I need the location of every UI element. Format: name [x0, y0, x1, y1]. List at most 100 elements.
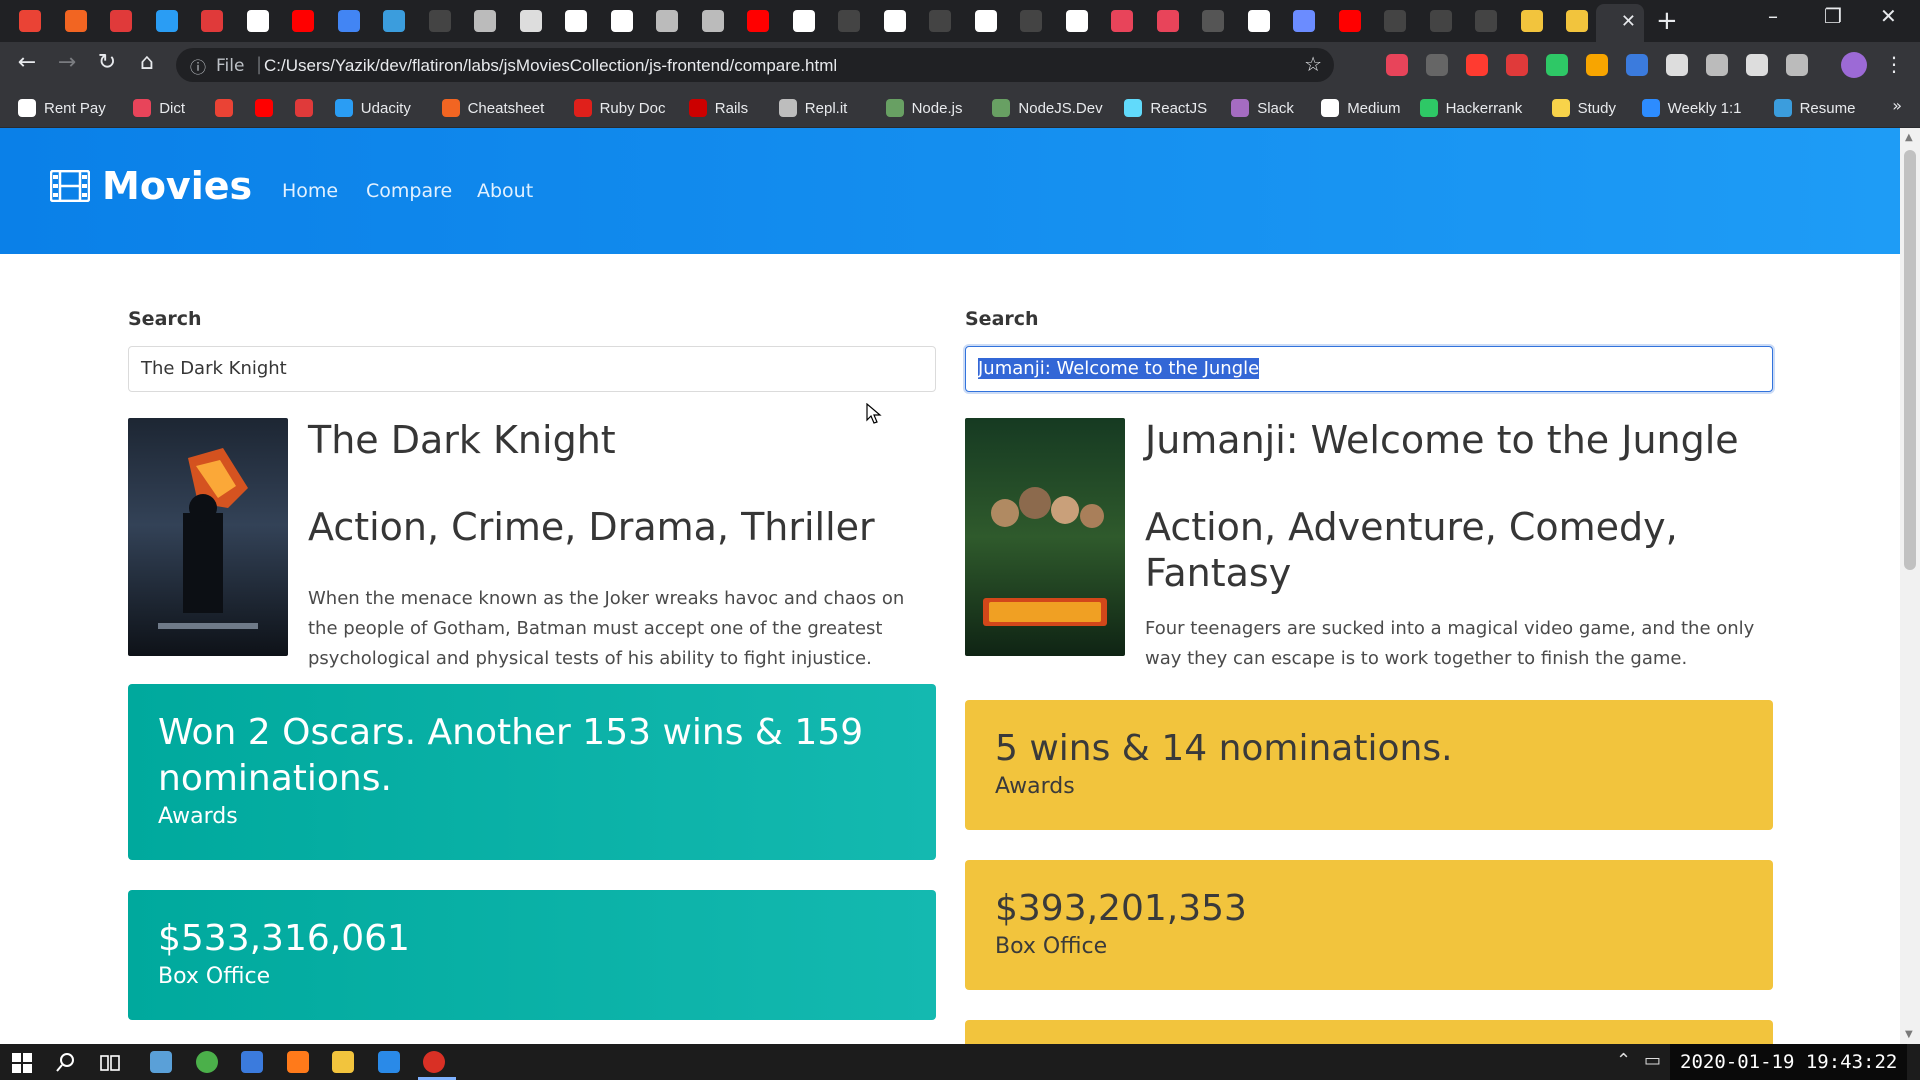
reload-button[interactable]: ↻ [92, 50, 122, 75]
tab-favicon-icon[interactable] [974, 10, 997, 32]
tab-favicon-icon[interactable] [110, 10, 132, 32]
tab-favicon-icon[interactable] [1020, 10, 1042, 32]
bookmark-item[interactable]: Resume [1773, 97, 1855, 119]
taskbar-clock[interactable]: 2020-01-19 19:43:22 [1670, 1044, 1908, 1080]
tab-favicon-icon[interactable] [747, 10, 769, 32]
bookmark-item[interactable]: Slack [1231, 97, 1294, 119]
right-search-input[interactable]: Jumanji: Welcome to the Jungle [965, 346, 1773, 392]
browser-menu-icon[interactable]: ⋮ [1884, 52, 1904, 76]
bookmark-item[interactable]: Study [1551, 97, 1616, 119]
tab-favicon-icon[interactable] [701, 10, 724, 32]
url-text[interactable]: C:/Users/Yazik/dev/flatiron/labs/jsMovie… [264, 56, 837, 76]
bookmark-item[interactable]: Medium [1321, 97, 1401, 119]
bookmark-item[interactable]: Ruby Doc [573, 97, 665, 119]
bookmark-item[interactable]: NodeJS.Dev [992, 97, 1103, 119]
brand[interactable]: Movies [50, 164, 252, 208]
search-icon[interactable] [56, 1052, 76, 1072]
bookmark-item[interactable] [294, 97, 313, 119]
tab-favicon-icon[interactable] [292, 10, 314, 32]
tab-favicon-icon[interactable] [19, 10, 41, 32]
tab-favicon-icon[interactable] [1202, 10, 1224, 32]
bookmark-item[interactable]: Dict [133, 97, 185, 119]
extension-icon[interactable] [1506, 54, 1528, 76]
extension-icon[interactable] [1706, 54, 1728, 76]
tab-favicon-icon[interactable] [929, 10, 951, 32]
tab-favicon-icon[interactable] [565, 10, 587, 32]
vscode-icon[interactable] [377, 1051, 400, 1073]
tab-close-icon[interactable]: ✕ [1621, 11, 1636, 32]
left-search-input[interactable]: The Dark Knight [128, 346, 936, 392]
nav-compare-link[interactable]: Compare [366, 180, 452, 202]
bookmark-item[interactable]: Hackerrank [1419, 97, 1522, 119]
home-button[interactable]: ⌂ [132, 50, 162, 75]
back-button[interactable]: ← [12, 50, 42, 75]
tab-favicon-icon[interactable] [1566, 10, 1588, 32]
bookmark-item[interactable] [214, 97, 233, 119]
tray-overflow-icon[interactable]: ⌃ [1616, 1050, 1631, 1071]
site-info-icon[interactable]: ⓘ [190, 54, 206, 78]
tab-favicon-icon[interactable] [1475, 10, 1497, 32]
tab-favicon-icon[interactable] [792, 10, 815, 32]
extension-icon[interactable] [1786, 54, 1808, 76]
minimize-button[interactable]: – [1768, 4, 1778, 28]
tab-favicon-icon[interactable] [246, 10, 269, 32]
extension-icon[interactable] [1386, 54, 1408, 76]
bookmark-item[interactable]: Rent Pay [18, 97, 106, 119]
restore-button[interactable]: ❐ [1824, 4, 1842, 28]
page-scrollbar[interactable]: ▲ ▼ [1900, 128, 1920, 1044]
tab-favicon-icon[interactable] [1384, 10, 1406, 32]
tab-favicon-icon[interactable] [656, 10, 678, 32]
extension-icon[interactable] [1426, 54, 1448, 76]
tab-favicon-icon[interactable] [64, 10, 87, 32]
tab-favicon-icon[interactable] [1429, 10, 1452, 32]
tab-favicon-icon[interactable] [610, 10, 633, 32]
bookmark-star-icon[interactable]: ☆ [1304, 52, 1322, 76]
bookmark-item[interactable]: Weekly 1:1 [1641, 97, 1742, 119]
firefox-icon[interactable] [286, 1051, 309, 1073]
extension-icon[interactable] [1666, 54, 1688, 76]
extension-icon[interactable] [1546, 54, 1568, 76]
tab-favicon-icon[interactable] [1065, 10, 1088, 32]
bookmark-item[interactable] [254, 97, 273, 119]
scroll-down-icon[interactable]: ▼ [1905, 1029, 1913, 1040]
network-icon[interactable]: ▭ [1644, 1050, 1661, 1071]
windows-start-icon[interactable] [12, 1053, 32, 1073]
tab-favicon-icon[interactable] [1293, 10, 1315, 32]
tab-favicon-icon[interactable] [383, 10, 405, 32]
tab-favicon-icon[interactable] [428, 10, 451, 32]
extension-icon[interactable] [1466, 54, 1488, 76]
tab-favicon-icon[interactable] [1338, 10, 1361, 32]
tab-favicon-icon[interactable] [337, 10, 360, 32]
app-icon[interactable] [150, 1051, 172, 1073]
bookmark-item[interactable]: Repl.it [778, 97, 847, 119]
tab-favicon-icon[interactable] [1111, 10, 1133, 32]
tab-favicon-icon[interactable] [1520, 10, 1543, 32]
bookmark-item[interactable]: Cheatsheet [441, 97, 544, 119]
nav-about-link[interactable]: About [477, 180, 533, 202]
tab-favicon-icon[interactable] [1156, 10, 1179, 32]
tab-favicon-icon[interactable] [838, 10, 860, 32]
forward-button[interactable]: → [52, 50, 82, 75]
tab-favicon-icon[interactable] [1247, 10, 1270, 32]
task-view-icon[interactable] [100, 1053, 120, 1073]
extension-icon[interactable] [1626, 54, 1648, 76]
address-bar[interactable]: ⓘ File | C:/Users/Yazik/dev/flatiron/lab… [176, 48, 1334, 82]
scrollbar-thumb[interactable] [1904, 150, 1916, 570]
tab-favicon-icon[interactable] [155, 10, 178, 32]
window-close-button[interactable]: ✕ [1880, 4, 1897, 28]
nav-home-link[interactable]: Home [282, 180, 338, 202]
extension-icon[interactable] [1746, 54, 1768, 76]
extension-icon[interactable] [1586, 54, 1608, 76]
bookmark-item[interactable]: ReactJS [1124, 97, 1207, 119]
app-icon[interactable] [195, 1051, 218, 1073]
bookmarks-overflow-icon[interactable]: » [1892, 96, 1902, 115]
app-icon[interactable] [241, 1051, 263, 1073]
active-tab[interactable]: ✕ [1596, 4, 1644, 42]
bookmark-item[interactable]: Udacity [334, 97, 411, 119]
new-tab-button[interactable]: + [1656, 6, 1678, 36]
tab-favicon-icon[interactable] [201, 10, 223, 32]
tab-favicon-icon[interactable] [519, 10, 542, 32]
bookmark-item[interactable]: Node.js [885, 97, 962, 119]
tab-favicon-icon[interactable] [474, 10, 496, 32]
tab-favicon-icon[interactable] [883, 10, 906, 32]
